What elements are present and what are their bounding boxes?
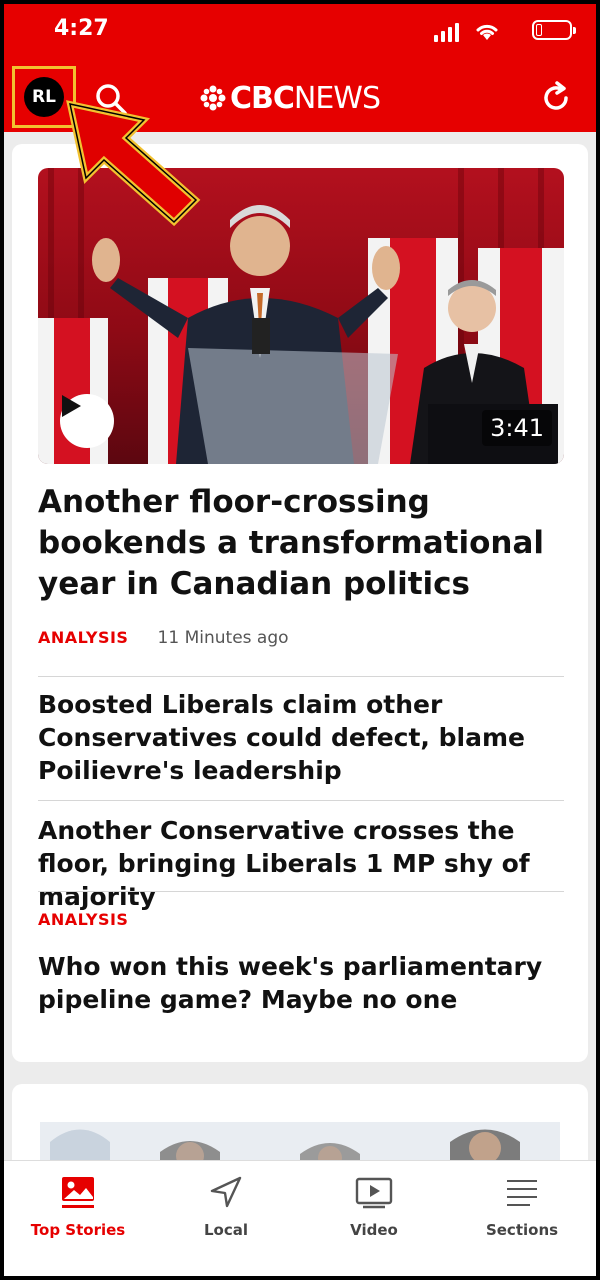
avatar: RL	[24, 77, 64, 117]
analysis-tag: ANALYSIS	[38, 628, 129, 647]
related-story-2[interactable]: Another Conservative crosses the floor, …	[38, 814, 568, 913]
play-icon	[62, 395, 81, 417]
lead-meta: ANALYSIS 11 Minutes ago	[38, 628, 289, 648]
status-time: 4:27	[54, 16, 109, 41]
related-story-3[interactable]: Who won this week's parliamentary pipeli…	[38, 950, 568, 1016]
bottom-navigation: Top Stories Local Video Sections	[4, 1160, 596, 1276]
nav-sections[interactable]: Sections	[448, 1175, 596, 1239]
nav-label: Local	[203, 1221, 249, 1239]
nav-label: Top Stories	[30, 1221, 126, 1239]
timestamp: 11 Minutes ago	[157, 628, 289, 648]
nav-label: Sections	[485, 1221, 559, 1239]
video-duration: 3:41	[482, 410, 552, 446]
status-icons	[422, 18, 576, 42]
play-button[interactable]	[60, 394, 114, 448]
video-play-icon	[355, 1177, 393, 1209]
logo-news-text: NEWS	[293, 80, 381, 116]
menu-lines-icon	[507, 1180, 537, 1206]
nav-top-stories[interactable]: Top Stories	[4, 1175, 152, 1239]
analysis-tag: ANALYSIS	[38, 910, 129, 929]
app-screen: 4:27 RL CBC NEWS 3:41 Another floor-cros…	[4, 4, 596, 1276]
location-arrow-icon	[210, 1176, 242, 1208]
cbc-news-logo: CBC NEWS	[200, 78, 381, 118]
top-story-card: 3:41 Another floor-crossing bookends a t…	[12, 144, 588, 1062]
divider	[38, 676, 564, 677]
nav-label: Video	[350, 1221, 398, 1239]
nav-video[interactable]: Video	[300, 1175, 448, 1239]
pointer-arrow-annotation	[66, 100, 201, 226]
cellular-signal-icon	[434, 22, 462, 42]
refresh-icon[interactable]	[538, 80, 574, 116]
photo-icon	[62, 1177, 94, 1208]
logo-cbc-text: CBC	[230, 80, 295, 116]
related-story-1[interactable]: Boosted Liberals claim other Conservativ…	[38, 688, 568, 787]
divider	[38, 800, 564, 801]
divider	[38, 891, 564, 892]
nav-local[interactable]: Local	[152, 1175, 300, 1239]
battery-icon	[532, 20, 576, 40]
lead-headline[interactable]: Another floor-crossing bookends a transf…	[38, 482, 568, 605]
wifi-icon	[476, 24, 498, 40]
